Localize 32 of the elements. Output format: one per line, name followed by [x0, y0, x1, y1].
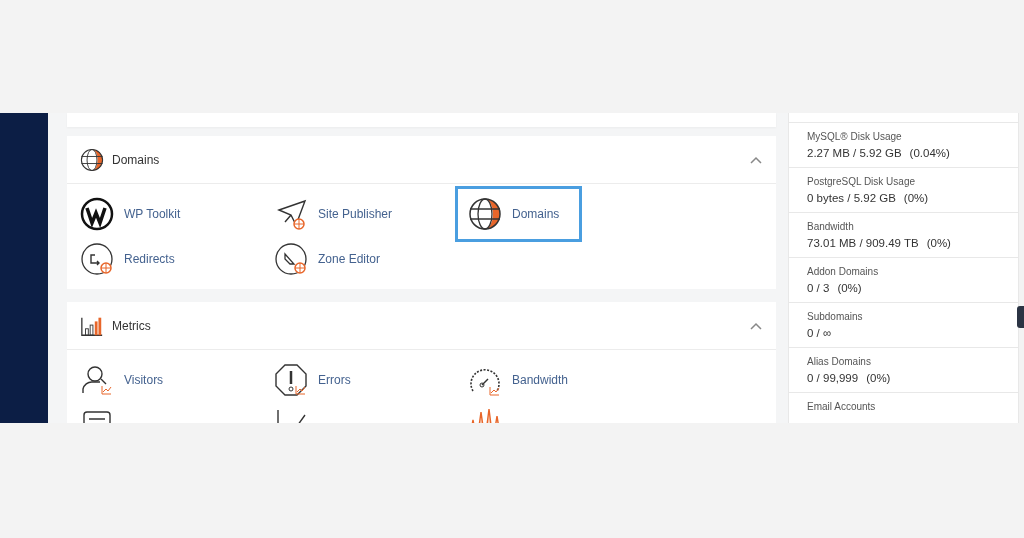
section-title: Metrics [112, 318, 152, 333]
stat-percent: (0%) [903, 192, 929, 204]
stat-percent: (0%) [866, 372, 891, 384]
stat-value: 0 / ∞ [807, 327, 832, 339]
wordpress-logo-icon [80, 197, 114, 231]
stat-label: Alias Domains [807, 356, 871, 367]
stat-value: 0 / 99,999 [807, 372, 859, 384]
stat-label: Email Accounts [807, 401, 876, 412]
stat-label: PostgreSQL Disk Usage [807, 176, 915, 187]
stat-percent: (0%) [926, 237, 951, 249]
globe-icon [80, 147, 104, 172]
stat-percent: (0%) [837, 282, 862, 294]
chevron-up-icon[interactable] [750, 321, 762, 330]
warning-octagon-icon [274, 363, 308, 397]
side-tab[interactable] [1017, 306, 1024, 328]
stat-value: 2.27 MB / 5.92 GB [807, 147, 902, 159]
stat-label: Addon Domains [807, 266, 879, 277]
person-icon [80, 363, 114, 397]
tool-link[interactable]: Errors [261, 352, 374, 408]
globe-icon [468, 197, 502, 231]
stat-value: 0 bytes / 5.92 GB [807, 192, 896, 204]
tool-link[interactable]: Visitors [67, 352, 187, 408]
stat-value: 73.01 MB / 909.49 TB [807, 237, 919, 249]
stat-label: Bandwidth [807, 221, 854, 232]
stat-label: MySQL® Disk Usage [807, 131, 902, 142]
chevron-up-icon[interactable] [750, 155, 762, 164]
stat-percent: (0.04%) [909, 147, 950, 159]
tool-link[interactable]: Bandwidth [455, 352, 592, 408]
stat-value: 0 / 3 [807, 282, 830, 294]
section-title: Domains [112, 152, 161, 167]
stat-label: Subdomains [807, 311, 863, 322]
tool-link[interactable]: Domains [455, 186, 583, 242]
